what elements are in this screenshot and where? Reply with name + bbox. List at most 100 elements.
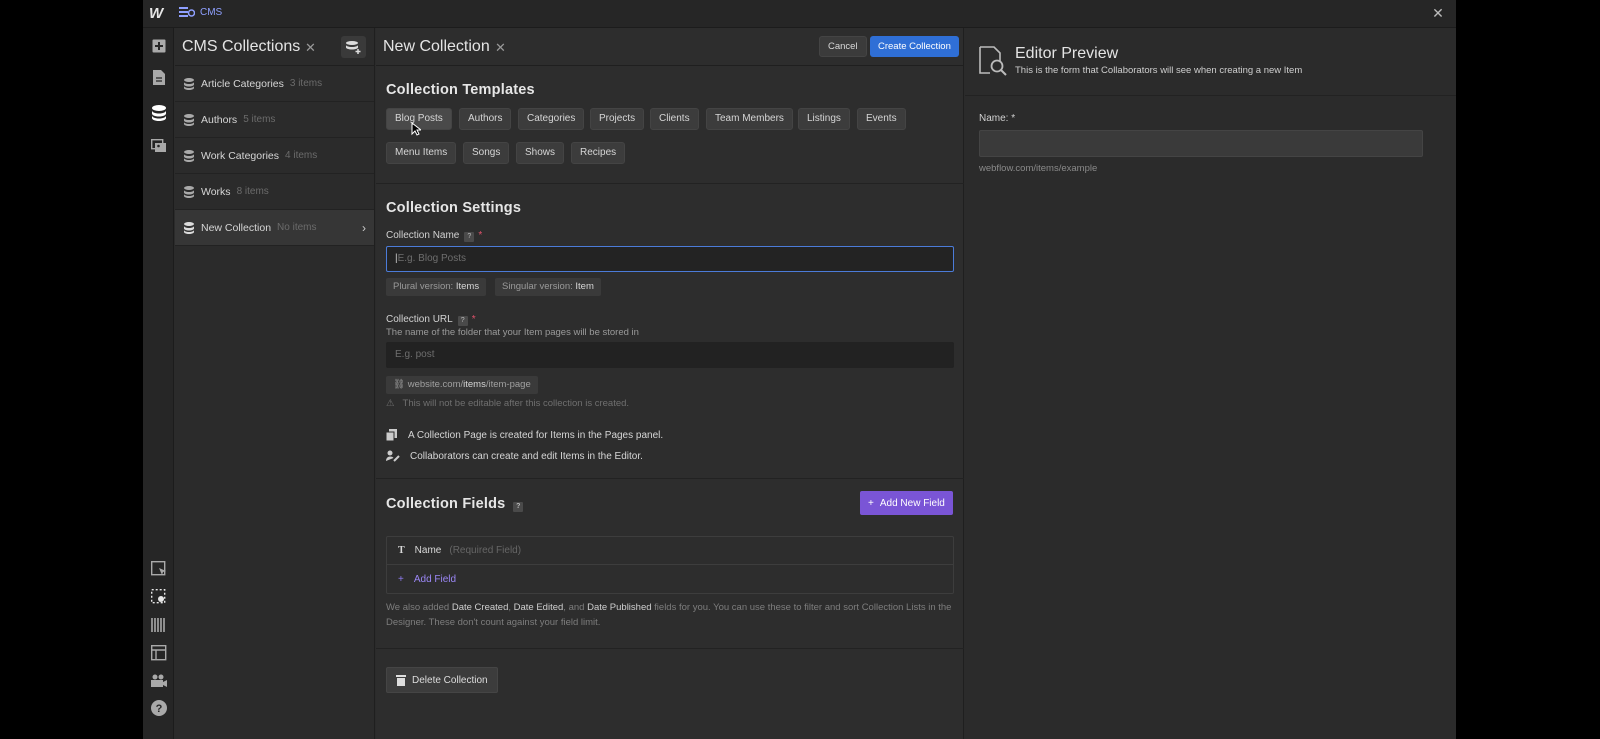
collection-name-label: Collection Name? * bbox=[386, 230, 483, 242]
collection-settings-section: Collection Settings Collection Name? * |E… bbox=[376, 184, 964, 479]
cancel-button[interactable]: Cancel bbox=[819, 36, 867, 57]
mouse-cursor-icon bbox=[411, 122, 421, 136]
collections-title: CMS Collections bbox=[182, 38, 301, 55]
editor-preview-panel: Editor Preview This is the form that Col… bbox=[965, 28, 1456, 739]
webflow-logo[interactable]: W bbox=[149, 5, 169, 23]
add-panel-icon[interactable] bbox=[149, 36, 168, 55]
collection-url-input[interactable]: E.g. post bbox=[386, 342, 954, 368]
editor-preview-title: Editor Preview bbox=[1015, 45, 1119, 62]
left-toolbar: ? bbox=[143, 28, 174, 739]
close-new-collection-icon[interactable]: ✕ bbox=[495, 40, 506, 56]
template-categories[interactable]: Categories bbox=[518, 108, 585, 130]
video-tutorials-icon[interactable] bbox=[149, 671, 168, 690]
template-recipes[interactable]: Recipes bbox=[571, 142, 626, 164]
url-warning: ⚠ This will not be editable after this co… bbox=[386, 398, 630, 409]
close-icon[interactable]: ✕ bbox=[1430, 5, 1446, 21]
breadcrumb: CMS bbox=[179, 6, 222, 18]
help-icon[interactable]: ? bbox=[457, 316, 468, 326]
add-field-row[interactable]: + Add Field bbox=[387, 565, 953, 593]
collection-count: 8 items bbox=[236, 186, 269, 197]
collection-item-authors[interactable]: Authors 5 items bbox=[175, 102, 374, 138]
plus-icon: + bbox=[398, 573, 404, 585]
preview-selection-icon[interactable] bbox=[149, 587, 168, 606]
close-collections-icon[interactable]: ✕ bbox=[305, 40, 316, 56]
database-icon bbox=[184, 149, 194, 162]
database-icon bbox=[184, 221, 194, 234]
required-marker: * bbox=[478, 230, 483, 241]
template-authors[interactable]: Authors bbox=[459, 108, 512, 130]
collection-count: No items bbox=[277, 222, 317, 233]
new-collection-header: New Collection ✕ Cancel Create Collectio… bbox=[376, 28, 963, 66]
database-icon bbox=[184, 113, 194, 126]
style-manager-icon[interactable] bbox=[149, 643, 168, 662]
preview-name-label: Name: * bbox=[979, 113, 1016, 124]
template-clients[interactable]: Clients bbox=[650, 108, 699, 130]
plural-version-chip[interactable]: Plural version: Items bbox=[386, 278, 487, 296]
breadcrumb-cms[interactable]: CMS bbox=[200, 7, 222, 18]
database-icon bbox=[184, 185, 194, 198]
help-icon[interactable]: ? bbox=[513, 502, 524, 512]
text-field-icon: T bbox=[398, 545, 405, 556]
template-projects[interactable]: Projects bbox=[590, 108, 645, 130]
preview-url-example: webflow.com/items/example bbox=[979, 163, 1098, 174]
info-collaborators: Collaborators can create and edit Items … bbox=[386, 450, 643, 462]
field-row-name[interactable]: T Name (Required Field) bbox=[387, 537, 953, 565]
required-marker: * bbox=[471, 314, 476, 325]
top-bar: W CMS ✕ bbox=[143, 0, 1456, 28]
editor-preview-subtitle: This is the form that Collaborators will… bbox=[1015, 65, 1303, 76]
new-collection-panel: New Collection ✕ Cancel Create Collectio… bbox=[376, 28, 964, 739]
fields-note: We also added Date Created, Date Edited,… bbox=[386, 602, 952, 628]
collection-item-new-collection[interactable]: New Collection No items › bbox=[175, 210, 374, 246]
delete-section: Delete Collection bbox=[376, 649, 964, 739]
collection-item-article-categories[interactable]: Article Categories 3 items bbox=[175, 66, 374, 102]
cms-collections-panel: CMS Collections ✕ Article Categories 3 i… bbox=[175, 28, 375, 739]
collection-count: 5 items bbox=[243, 114, 276, 125]
template-listings[interactable]: Listings bbox=[798, 108, 850, 130]
info-pages: A Collection Page is created for Items i… bbox=[386, 429, 663, 441]
collection-name: New Collection bbox=[201, 221, 272, 234]
collection-name: Authors bbox=[201, 113, 238, 126]
collections-header: CMS Collections ✕ bbox=[175, 28, 374, 66]
pages-copy-icon bbox=[386, 429, 398, 441]
preview-document-icon bbox=[979, 46, 1007, 76]
help-icon[interactable]: ? bbox=[464, 232, 475, 242]
add-collection-button[interactable] bbox=[341, 36, 366, 58]
singular-version-chip[interactable]: Singular version: Item bbox=[495, 278, 601, 296]
audit-icon[interactable] bbox=[149, 615, 168, 634]
webflow-cms-app: W CMS ✕ ? CMS Collections ✕ Article Cate… bbox=[143, 0, 1456, 739]
create-collection-button[interactable]: Create Collection bbox=[870, 36, 959, 57]
editor-mode-icon[interactable] bbox=[149, 559, 168, 578]
database-icon bbox=[184, 77, 194, 90]
fields-list: T Name (Required Field) + Add Field bbox=[386, 536, 954, 594]
cms-icon bbox=[179, 6, 195, 18]
delete-collection-button[interactable]: Delete Collection bbox=[386, 667, 498, 693]
settings-title: Collection Settings bbox=[386, 200, 522, 216]
help-icon[interactable]: ? bbox=[149, 698, 168, 717]
add-new-field-button[interactable]: + Add New Field bbox=[860, 491, 953, 515]
warning-icon: ⚠ bbox=[386, 398, 395, 409]
assets-icon[interactable] bbox=[149, 136, 168, 155]
url-preview-chip: ⛓ website.com/items/item-page bbox=[386, 376, 538, 394]
collection-name-input[interactable]: |E.g. Blog Posts bbox=[386, 246, 954, 272]
collection-count: 4 items bbox=[285, 150, 318, 161]
pages-icon[interactable] bbox=[149, 68, 168, 87]
template-shows[interactable]: Shows bbox=[516, 142, 565, 164]
template-menu-items[interactable]: Menu Items bbox=[386, 142, 457, 164]
editor-preview-header: Editor Preview This is the form that Col… bbox=[965, 28, 1456, 96]
collection-name-placeholder: E.g. Blog Posts bbox=[397, 253, 466, 264]
collection-count: 3 items bbox=[289, 78, 323, 89]
chevron-right-icon: › bbox=[362, 221, 366, 235]
add-field-link[interactable]: Add Field bbox=[414, 574, 456, 585]
collection-templates-section: Collection Templates Blog Posts Authors … bbox=[376, 66, 964, 184]
fields-title: Collection Fields? bbox=[386, 496, 524, 512]
collection-url-label: Collection URL? * bbox=[386, 314, 476, 326]
collection-item-works[interactable]: Works 8 items bbox=[175, 174, 374, 210]
collection-name: Article Categories bbox=[201, 77, 284, 90]
template-events[interactable]: Events bbox=[857, 108, 906, 130]
preview-name-input bbox=[979, 130, 1423, 157]
cms-database-icon[interactable] bbox=[149, 103, 168, 122]
template-songs[interactable]: Songs bbox=[463, 142, 510, 164]
template-team-members[interactable]: Team Members bbox=[706, 108, 793, 130]
new-collection-title: New Collection bbox=[383, 38, 490, 55]
collection-item-work-categories[interactable]: Work Categories 4 items bbox=[175, 138, 374, 174]
